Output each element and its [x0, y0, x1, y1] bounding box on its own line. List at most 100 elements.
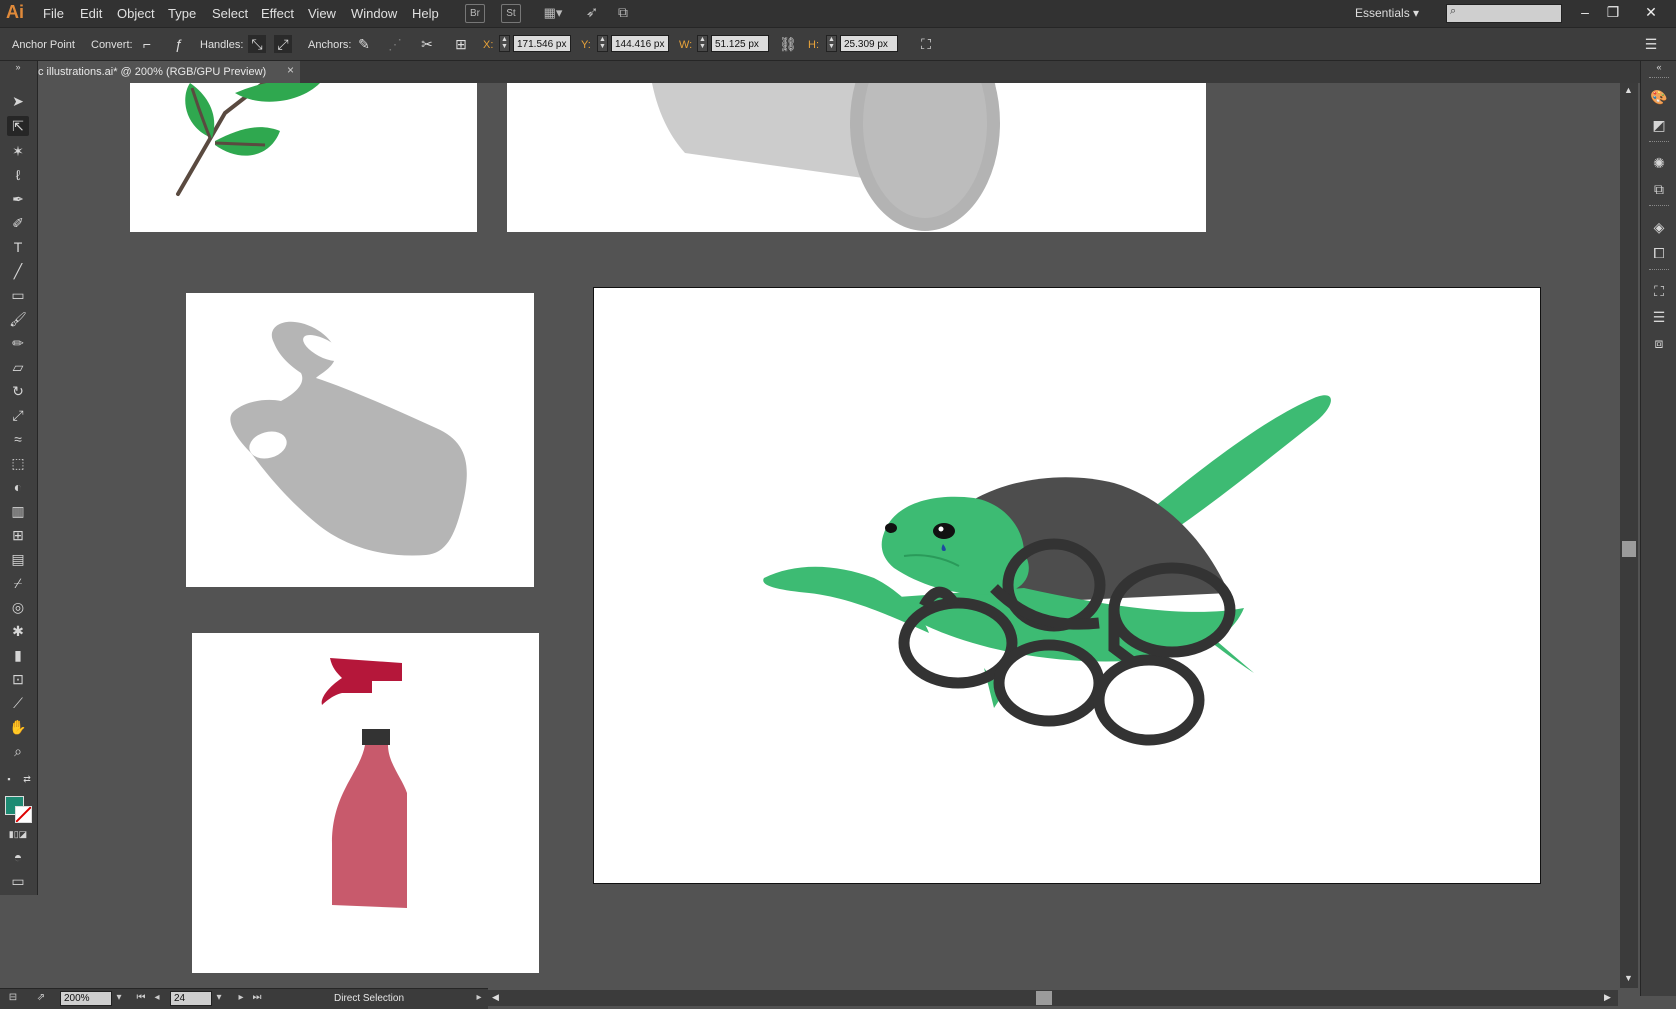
artboard-plastic-bag[interactable]: [186, 293, 534, 587]
pathfinder-panel-icon[interactable]: ⧈: [1649, 333, 1669, 353]
collapse-panel-icon[interactable]: »: [7, 61, 29, 73]
zoom-dropdown-icon[interactable]: ▾: [112, 991, 126, 1005]
previous-artboard-icon[interactable]: ◂: [150, 991, 164, 1005]
gpu-performance-icon[interactable]: ➶: [583, 4, 601, 21]
connect-anchor-icon[interactable]: ⋰: [386, 35, 404, 53]
mesh-tool-icon[interactable]: ⊞: [7, 525, 29, 545]
close-window-button[interactable]: ✕: [1640, 2, 1662, 24]
transform-panel-icon[interactable]: ⛶: [1649, 281, 1669, 301]
scroll-left-icon[interactable]: ◀: [492, 992, 499, 1003]
help-search-input[interactable]: ⌕: [1446, 4, 1562, 23]
layers-panel-icon[interactable]: ◈: [1649, 217, 1669, 237]
sync-settings-icon[interactable]: ⧉: [614, 4, 632, 21]
convert-smooth-icon[interactable]: ƒ: [170, 35, 188, 53]
menu-window[interactable]: Window: [351, 6, 397, 21]
shape-builder-tool-icon[interactable]: ◐: [7, 477, 29, 497]
workspace-switcher[interactable]: Essentials ▾: [1355, 6, 1419, 20]
w-field[interactable]: 51.125 px: [711, 35, 769, 52]
w-stepper[interactable]: ▲ ▼: [697, 35, 708, 52]
document-tab[interactable]: c illustrations.ai* @ 200% (RGB/GPU Prev…: [38, 61, 300, 83]
hand-tool-icon[interactable]: ✋: [7, 717, 29, 737]
eraser-tool-icon[interactable]: ▱: [7, 357, 29, 377]
bridge-button[interactable]: Br: [465, 4, 485, 23]
x-stepper[interactable]: ▲ ▼: [499, 35, 510, 52]
swap-colors-icon[interactable]: ⇄: [22, 773, 32, 785]
menu-type[interactable]: Type: [168, 6, 196, 21]
blend-tool-icon[interactable]: ◎: [7, 597, 29, 617]
vertical-scrollbar[interactable]: ▲ ▼: [1620, 83, 1638, 988]
arrange-documents-icon[interactable]: ▦▾: [540, 4, 566, 21]
first-artboard-icon[interactable]: ⏮: [134, 991, 148, 1005]
scroll-up-icon[interactable]: ▲: [1624, 85, 1633, 95]
warp-tool-icon[interactable]: ≈: [7, 429, 29, 449]
pencil-tool-icon[interactable]: ✏: [7, 333, 29, 353]
paintbrush-tool-icon[interactable]: 🖌: [7, 309, 29, 329]
zoom-field[interactable]: 200%: [60, 991, 112, 1006]
zoom-tool-icon[interactable]: ⌕: [7, 741, 29, 761]
slice-tool-icon[interactable]: ⟋: [7, 693, 29, 713]
color-guide-icon[interactable]: 🎨: [1649, 87, 1669, 107]
x-field[interactable]: 171.546 px: [513, 35, 571, 52]
next-artboard-icon[interactable]: ▸: [234, 991, 248, 1005]
restore-button[interactable]: ❐: [1602, 2, 1624, 24]
cut-path-icon[interactable]: ✂: [418, 35, 436, 53]
direct-selection-tool-icon[interactable]: ⇱: [7, 116, 29, 136]
y-field[interactable]: 144.416 px: [611, 35, 669, 52]
share-icon[interactable]: ⇗: [34, 991, 48, 1005]
rotate-tool-icon[interactable]: ↻: [7, 381, 29, 401]
artboard-plant-sprig[interactable]: [130, 83, 477, 232]
color-mode-icons[interactable]: ▮▯◪: [5, 828, 31, 840]
scroll-right-icon[interactable]: ▶: [1604, 992, 1611, 1003]
menu-edit[interactable]: Edit: [80, 6, 102, 21]
line-tool-icon[interactable]: ╱: [7, 261, 29, 281]
screen-mode-icon[interactable]: ▭: [7, 871, 29, 891]
magic-wand-tool-icon[interactable]: ✶: [7, 141, 29, 161]
vertical-scroll-thumb[interactable]: [1622, 541, 1636, 557]
align-panel-icon[interactable]: ☰: [1649, 307, 1669, 327]
scale-tool-icon[interactable]: ⤢: [7, 405, 29, 425]
scroll-down-icon[interactable]: ▼: [1624, 973, 1633, 983]
gpu-status-icon[interactable]: ⊟: [6, 991, 20, 1005]
menu-object[interactable]: Object: [117, 6, 155, 21]
menu-help[interactable]: Help: [412, 6, 439, 21]
menu-effect[interactable]: Effect: [261, 6, 294, 21]
gradient-tool-icon[interactable]: ▤: [7, 549, 29, 569]
artboard-turtle[interactable]: [593, 287, 1541, 884]
rectangle-tool-icon[interactable]: ▭: [7, 285, 29, 305]
artboard-spray-bottle[interactable]: [192, 633, 539, 973]
expand-panels-icon[interactable]: «: [1649, 61, 1669, 73]
artboard-number-field[interactable]: 24: [170, 991, 212, 1006]
lasso-tool-icon[interactable]: ℓ: [7, 165, 29, 185]
status-menu-icon[interactable]: ▸: [472, 991, 486, 1005]
convert-corner-icon[interactable]: ⌐: [138, 35, 156, 53]
menu-select[interactable]: Select: [212, 6, 248, 21]
perspective-grid-tool-icon[interactable]: ▥: [7, 501, 29, 521]
eyedropper-tool-icon[interactable]: ⌿: [7, 573, 29, 593]
color-panel-icon[interactable]: ◩: [1649, 115, 1669, 135]
appearance-panel-icon[interactable]: ✺: [1649, 153, 1669, 173]
column-graph-tool-icon[interactable]: ▮: [7, 645, 29, 665]
artboard-plastic-cup[interactable]: [507, 83, 1206, 232]
reference-point-icon[interactable]: ⊞: [452, 35, 470, 53]
free-transform-tool-icon[interactable]: ⬚: [7, 453, 29, 473]
isolate-object-icon[interactable]: ⛶: [917, 35, 935, 53]
last-artboard-icon[interactable]: ⏭: [250, 991, 264, 1005]
pen-tool-icon[interactable]: ✒: [7, 189, 29, 209]
h-field[interactable]: 25.309 px: [840, 35, 898, 52]
minimize-button[interactable]: –: [1574, 2, 1596, 24]
close-tab-icon[interactable]: ×: [287, 63, 294, 77]
graphic-styles-icon[interactable]: ⧉: [1649, 179, 1669, 199]
artboards-panel-icon[interactable]: ⧠: [1649, 243, 1669, 263]
stock-button[interactable]: St: [501, 4, 521, 23]
show-handles-icon[interactable]: ⤡: [248, 35, 266, 53]
constrain-proportions-icon[interactable]: ⛓: [779, 35, 797, 53]
drawing-modes-icon[interactable]: ◓: [7, 847, 29, 867]
type-tool-icon[interactable]: T: [7, 237, 29, 257]
remove-anchor-icon[interactable]: ✎: [355, 35, 373, 53]
symbol-sprayer-tool-icon[interactable]: ✱: [7, 621, 29, 641]
artboard-dropdown-icon[interactable]: ▾: [212, 991, 226, 1005]
h-stepper[interactable]: ▲ ▼: [826, 35, 837, 52]
horizontal-scrollbar[interactable]: ◀ ▶: [488, 990, 1618, 1006]
hide-handles-icon[interactable]: ⤢: [274, 35, 292, 53]
selection-tool-icon[interactable]: ➤: [7, 91, 29, 111]
